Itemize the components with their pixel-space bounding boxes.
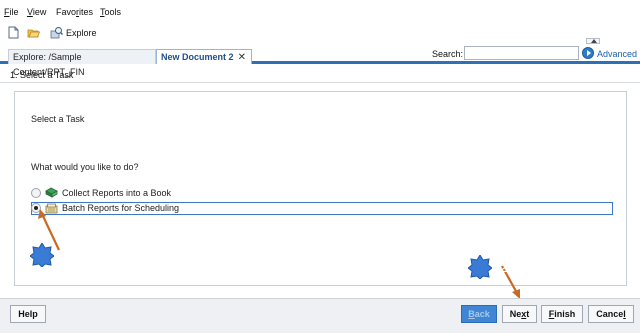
book-icon — [45, 187, 58, 198]
help-button[interactable]: Help — [10, 305, 46, 323]
menu-bar: File View Favorites Tools — [0, 0, 640, 22]
radio-collect-reports[interactable] — [31, 188, 41, 198]
batch-icon — [45, 203, 58, 214]
cancel-pre: Cance — [596, 309, 624, 319]
next-pre: Ne — [509, 309, 522, 319]
new-document-icon[interactable] — [7, 26, 20, 39]
explore-label[interactable]: Explore — [66, 28, 97, 38]
explore-icon[interactable] — [50, 26, 63, 39]
option-collect-reports-label[interactable]: Collect Reports into a Book — [62, 188, 171, 198]
annotation-marker-2-label: 2 — [499, 259, 509, 276]
next-label: t — [526, 309, 530, 319]
tab-new-document[interactable]: New Document 2 ✕ — [156, 49, 252, 64]
advanced-search-link[interactable]: Advanced — [597, 49, 637, 59]
menu-view[interactable]: View — [27, 7, 46, 17]
menu-favorites[interactable]: Favorites — [56, 7, 93, 17]
menu-view-label: iew — [32, 7, 47, 17]
menu-favorites-pre: Favo — [56, 7, 77, 17]
toolbar: Explore — [0, 22, 640, 44]
wizard-footer: Help Back Next Finish Cancel — [0, 298, 640, 333]
menu-file[interactable]: File — [4, 7, 19, 17]
finish-button[interactable]: Finish — [541, 305, 583, 323]
wizard-panel: Select a Task What would you like to do?… — [14, 91, 627, 286]
tab-explore[interactable]: Explore: /Sample Content/RPT_FIN — [8, 49, 156, 77]
finish-label: inish — [554, 309, 576, 319]
back-button[interactable]: Back — [461, 305, 497, 323]
option-batch-reports-label[interactable]: Batch Reports for Scheduling — [62, 203, 179, 213]
radio-batch-reports[interactable] — [31, 203, 41, 213]
task-question: What would you like to do? — [31, 162, 139, 172]
cancel-button[interactable]: Cancel — [588, 305, 634, 323]
menu-tools[interactable]: Tools — [100, 7, 121, 17]
wizard-step-header: 1. Select a Task — [0, 67, 640, 83]
panel-heading: Select a Task — [31, 114, 85, 124]
badge-star-icon — [467, 254, 493, 280]
menu-favorites-label: ites — [79, 7, 94, 17]
next-button[interactable]: Next — [502, 305, 537, 323]
collapse-toolbar-button[interactable] — [586, 38, 600, 44]
open-folder-icon[interactable] — [27, 26, 40, 39]
cancel-mnemonic: l — [623, 309, 626, 319]
menu-tools-label: ools — [104, 7, 122, 17]
step-title: 1. Select a Task — [10, 70, 74, 80]
annotation-marker-2: 2 — [467, 254, 508, 280]
close-icon[interactable]: ✕ — [238, 50, 246, 65]
chevron-up-icon — [591, 39, 597, 43]
search-input[interactable] — [464, 46, 579, 60]
menu-file-label: ile — [9, 7, 19, 17]
tab-new-document-label: New Document 2 — [161, 52, 234, 62]
annotation-marker-1: 1 — [29, 242, 70, 268]
annotation-marker-1-label: 1 — [61, 247, 71, 264]
advanced-search-icon[interactable] — [582, 47, 594, 59]
back-label: ack — [474, 309, 490, 319]
badge-star-icon — [29, 242, 55, 268]
search-label: Search: — [432, 49, 464, 59]
